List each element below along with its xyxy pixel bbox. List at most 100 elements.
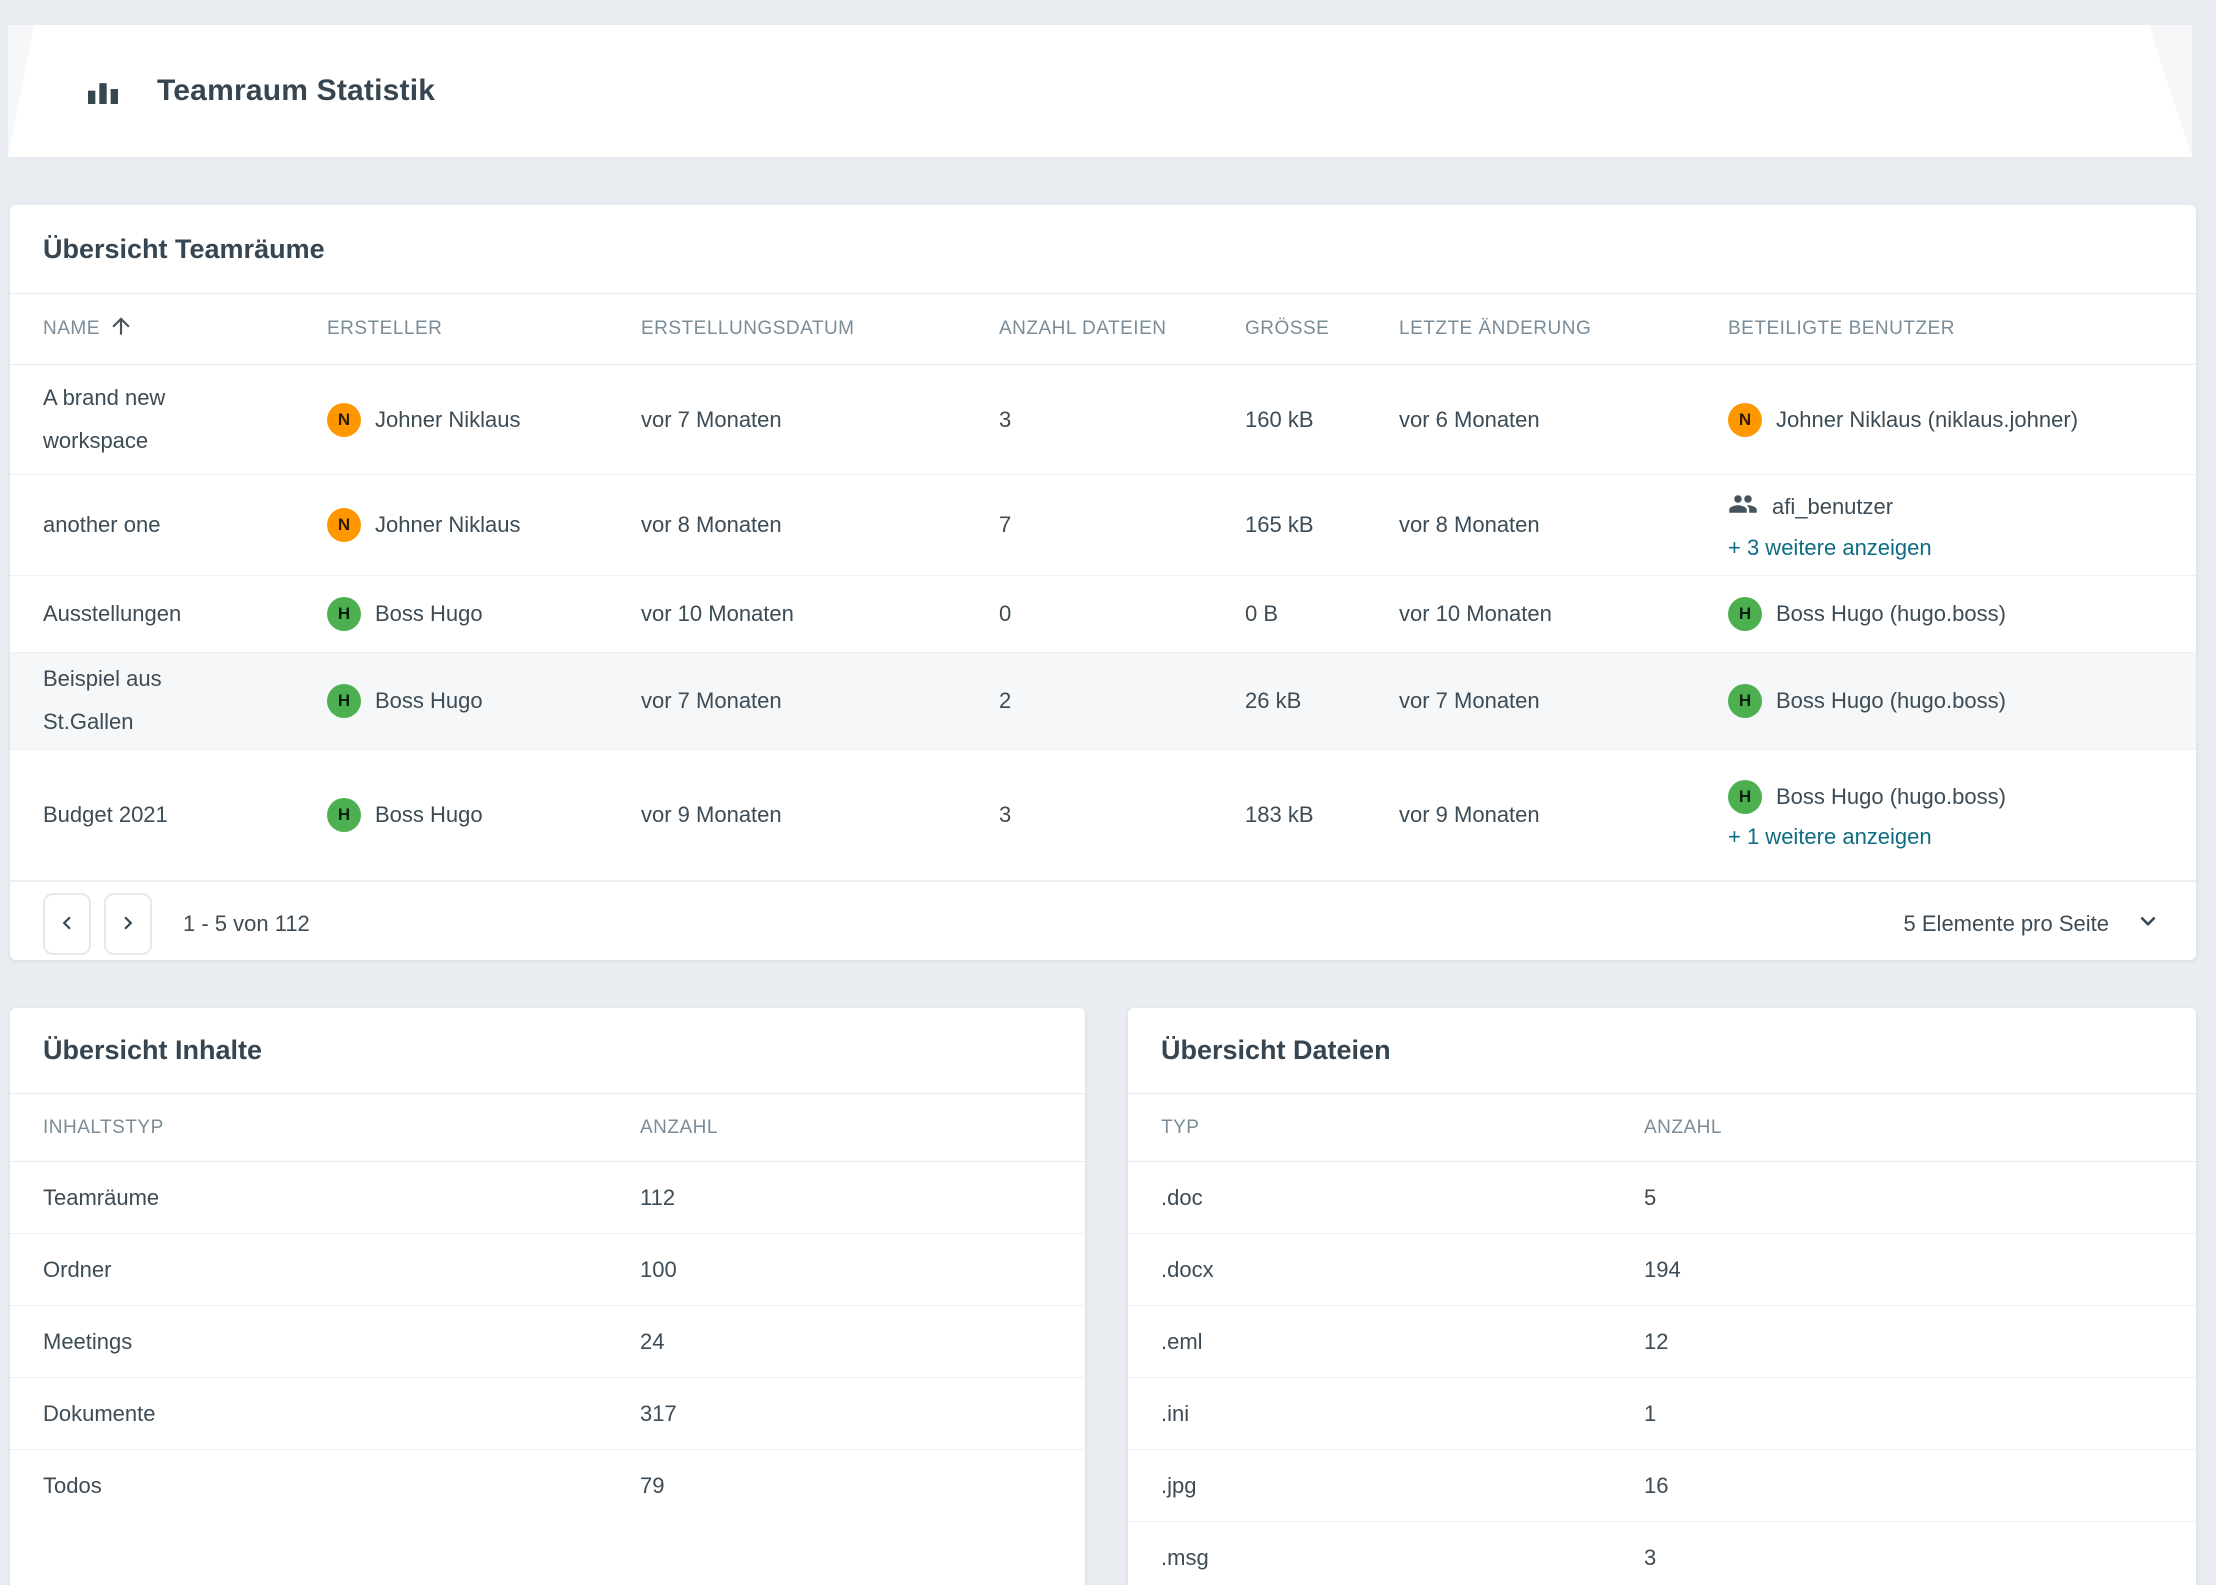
teamroom-name: Ausstellungen — [43, 593, 243, 636]
file-type: .msg — [1161, 1545, 1644, 1571]
table-row[interactable]: another one N Johner Niklaus vor 8 Monat… — [10, 475, 2196, 576]
column-header-name[interactable]: NAME — [43, 313, 327, 345]
files-card-title: Übersicht Dateien — [1128, 1008, 2196, 1094]
size: 165 kB — [1245, 512, 1399, 538]
page-size-label: 5 Elemente pro Seite — [1904, 911, 2109, 937]
column-header-inhaltstyp[interactable]: INHALTSTYP — [43, 1117, 640, 1139]
creator-cell: H Boss Hugo — [327, 798, 641, 832]
table-row[interactable]: .docx 194 — [1128, 1234, 2196, 1306]
teamrooms-card-title: Übersicht Teamräume — [10, 205, 2196, 294]
creator-cell: N Johner Niklaus — [327, 403, 641, 437]
teamroom-name: another one — [43, 504, 243, 547]
table-row[interactable]: .jpg 16 — [1128, 1450, 2196, 1522]
show-more-users-link[interactable]: + 1 weitere anzeigen — [1728, 824, 1932, 850]
file-count: 5 — [1644, 1185, 2163, 1211]
column-header-letzte-aenderung[interactable]: LETZTE ÄNDERUNG — [1399, 318, 1728, 340]
table-row[interactable]: Todos 79 — [10, 1450, 1085, 1521]
column-header-erstellungsdatum[interactable]: ERSTELLUNGSDATUM — [641, 318, 999, 340]
pagination-range: 1 - 5 von 112 — [183, 911, 310, 937]
creator-cell: N Johner Niklaus — [327, 508, 641, 542]
users-cell: H Boss Hugo (hugo.boss) — [1728, 583, 2163, 645]
table-row[interactable]: .ini 1 — [1128, 1378, 2196, 1450]
content-type: Todos — [43, 1473, 640, 1499]
pagination-bar: 1 - 5 von 112 5 Elemente pro Seite — [10, 881, 2196, 960]
teamrooms-card: Übersicht Teamräume NAME ERSTELLER ERSTE… — [10, 205, 2196, 960]
created-date: vor 7 Monaten — [641, 688, 999, 714]
avatar: N — [327, 403, 361, 437]
table-row[interactable]: Meetings 24 — [10, 1306, 1085, 1378]
page: Teamraum Statistik Übersicht Teamräume N… — [0, 0, 2216, 1585]
table-row[interactable]: Ordner 100 — [10, 1234, 1085, 1306]
chevron-right-icon — [115, 910, 141, 939]
file-type: .docx — [1161, 1257, 1644, 1283]
sort-ascending-icon — [108, 313, 134, 345]
modified-date: vor 6 Monaten — [1399, 407, 1728, 433]
content-type: Meetings — [43, 1329, 640, 1355]
page-size-dropdown[interactable]: 5 Elemente pro Seite — [1904, 906, 2163, 942]
table-row[interactable]: Budget 2021 H Boss Hugo vor 9 Monaten 3 … — [10, 750, 2196, 881]
table-row[interactable]: .doc 5 — [1128, 1162, 2196, 1234]
app-header: Teamraum Statistik — [8, 25, 2192, 157]
column-header-beteiligte-benutzer[interactable]: BETEILIGTE BENUTZER — [1728, 318, 2163, 340]
avatar: N — [1728, 403, 1762, 437]
avatar: N — [327, 508, 361, 542]
column-header-typ[interactable]: TYP — [1161, 1117, 1644, 1139]
creator-name: Johner Niklaus — [375, 407, 521, 433]
content-type: Dokumente — [43, 1401, 640, 1427]
avatar: H — [1728, 684, 1762, 718]
table-row[interactable]: Beispiel aus St.Gallen H Boss Hugo vor 7… — [10, 653, 2196, 750]
files-table-header: TYP ANZAHL — [1128, 1094, 2196, 1162]
table-row[interactable]: Ausstellungen H Boss Hugo vor 10 Monaten… — [10, 576, 2196, 653]
teamroom-name: A brand new workspace — [43, 377, 243, 463]
previous-page-button[interactable] — [43, 893, 91, 955]
table-row[interactable]: .eml 12 — [1128, 1306, 2196, 1378]
file-count: 1 — [1644, 1401, 2163, 1427]
created-date: vor 10 Monaten — [641, 601, 999, 627]
file-type: .ini — [1161, 1401, 1644, 1427]
file-count: 3 — [999, 407, 1245, 433]
contents-card: Übersicht Inhalte INHALTSTYP ANZAHL Team… — [10, 1008, 1085, 1585]
file-count: 7 — [999, 512, 1245, 538]
user-name: Boss Hugo (hugo.boss) — [1776, 688, 2006, 714]
column-header-anzahl[interactable]: ANZAHL — [640, 1117, 1052, 1139]
table-row[interactable]: Teamräume 112 — [10, 1162, 1085, 1234]
page-title: Teamraum Statistik — [157, 74, 435, 108]
column-header-groesse[interactable]: GRÖSSE — [1245, 318, 1399, 340]
column-header-anzahl[interactable]: ANZAHL — [1644, 1117, 2163, 1139]
file-count: 2 — [999, 688, 1245, 714]
user-name: Boss Hugo (hugo.boss) — [1776, 784, 2006, 810]
size: 26 kB — [1245, 688, 1399, 714]
table-row[interactable]: A brand new workspace N Johner Niklaus v… — [10, 365, 2196, 475]
creator-name: Boss Hugo — [375, 601, 483, 627]
table-row[interactable]: .msg 3 — [1128, 1522, 2196, 1585]
size: 183 kB — [1245, 802, 1399, 828]
file-type: .jpg — [1161, 1473, 1644, 1499]
avatar: H — [1728, 597, 1762, 631]
bar-chart-icon — [83, 68, 123, 115]
user-name: Boss Hugo (hugo.boss) — [1776, 601, 2006, 627]
file-count: 3 — [1644, 1545, 2163, 1571]
table-row[interactable]: Dokumente 317 — [10, 1378, 1085, 1450]
file-type: .doc — [1161, 1185, 1644, 1211]
creator-cell: H Boss Hugo — [327, 684, 641, 718]
user-name: Johner Niklaus (niklaus.johner) — [1776, 407, 2078, 433]
avatar: H — [327, 684, 361, 718]
user-name: afi_benutzer — [1772, 494, 1893, 520]
created-date: vor 7 Monaten — [641, 407, 999, 433]
modified-date: vor 9 Monaten — [1399, 802, 1728, 828]
creator-name: Boss Hugo — [375, 688, 483, 714]
column-header-anzahl-dateien[interactable]: ANZAHL DATEIEN — [999, 318, 1245, 340]
teamroom-name: Budget 2021 — [43, 794, 243, 837]
next-page-button[interactable] — [104, 893, 152, 955]
creator-name: Johner Niklaus — [375, 512, 521, 538]
show-more-users-link[interactable]: + 3 weitere anzeigen — [1728, 535, 1932, 561]
users-cell: H Boss Hugo (hugo.boss) — [1728, 670, 2163, 732]
size: 0 B — [1245, 601, 1399, 627]
file-count: 0 — [999, 601, 1245, 627]
modified-date: vor 7 Monaten — [1399, 688, 1728, 714]
column-header-ersteller[interactable]: ERSTELLER — [327, 318, 641, 340]
file-count: 16 — [1644, 1473, 2163, 1499]
files-card: Übersicht Dateien TYP ANZAHL .doc 5 .doc… — [1128, 1008, 2196, 1585]
content-count: 112 — [640, 1185, 1052, 1211]
created-date: vor 9 Monaten — [641, 802, 999, 828]
